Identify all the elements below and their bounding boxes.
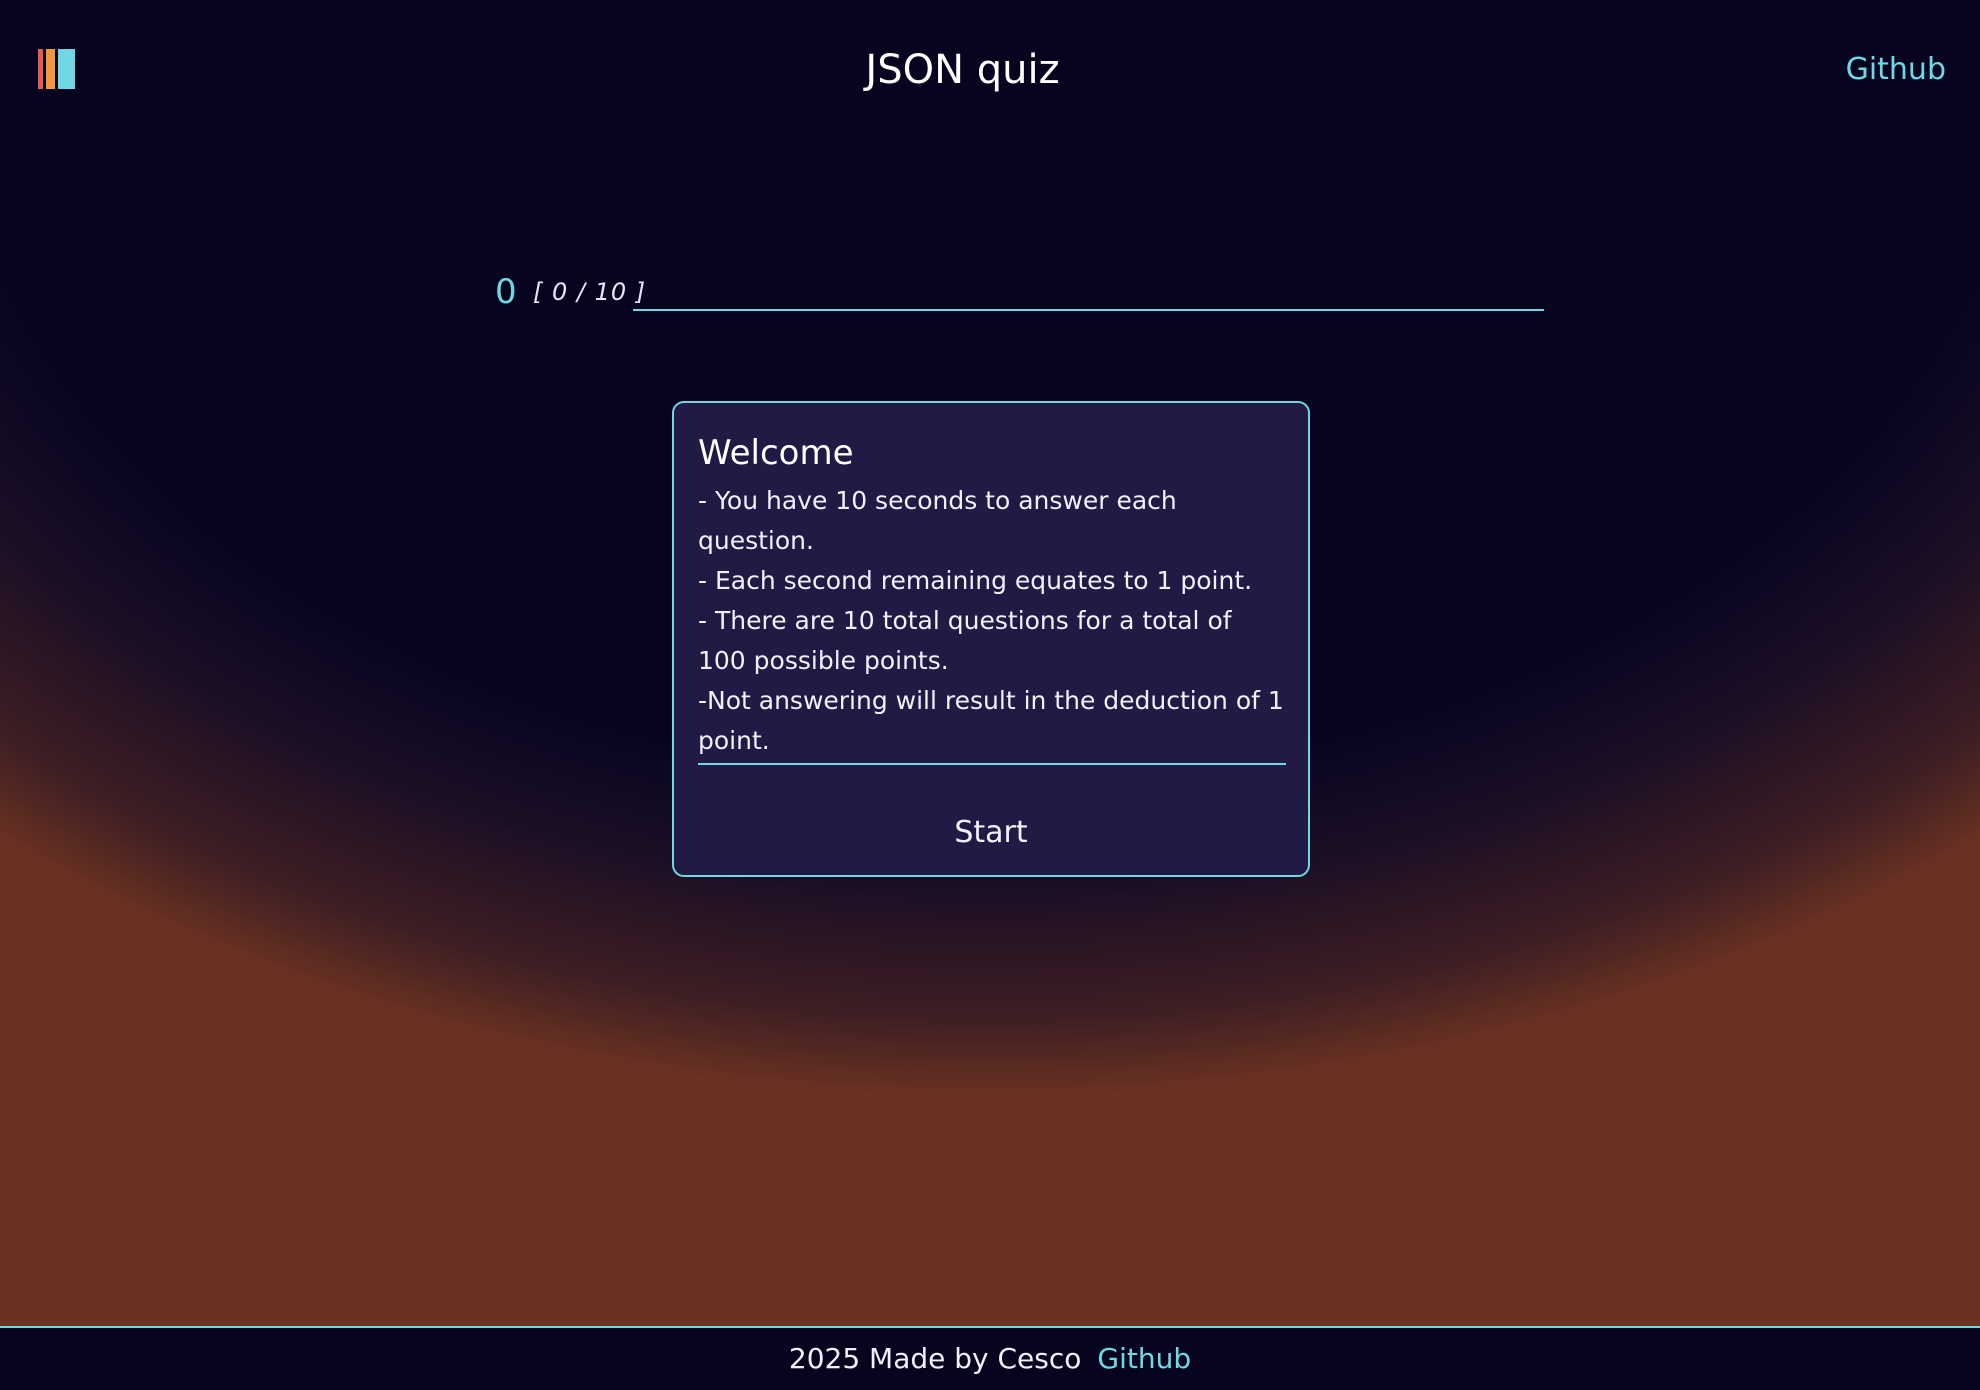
footer-github-link[interactable]: Github	[1097, 1341, 1191, 1377]
rule-item: - Each second remaining equates to 1 poi…	[698, 566, 1253, 595]
progress-bar	[633, 309, 1544, 311]
welcome-card: Welcome - You have 10 seconds to answer …	[672, 401, 1310, 877]
score-value: 0	[495, 272, 517, 312]
rule-item: - You have 10 seconds to answer each que…	[698, 486, 1177, 555]
start-button[interactable]: Start	[942, 813, 1039, 853]
app-title: JSON quiz	[865, 47, 1060, 93]
card-title: Welcome	[698, 433, 854, 473]
rule-item: - There are 10 total questions for a tot…	[698, 606, 1232, 675]
footer-credit: 2025 Made by Cesco	[788, 1342, 1082, 1375]
rules-list: - You have 10 seconds to answer each que…	[698, 481, 1286, 765]
rule-item: -Not answering will result in the deduct…	[698, 686, 1284, 755]
page-footer: 2025 Made by Cesco Github	[0, 1326, 1980, 1390]
question-counter: [ 0 / 10 ]	[533, 278, 647, 306]
header-github-link[interactable]: Github	[1846, 50, 1946, 90]
